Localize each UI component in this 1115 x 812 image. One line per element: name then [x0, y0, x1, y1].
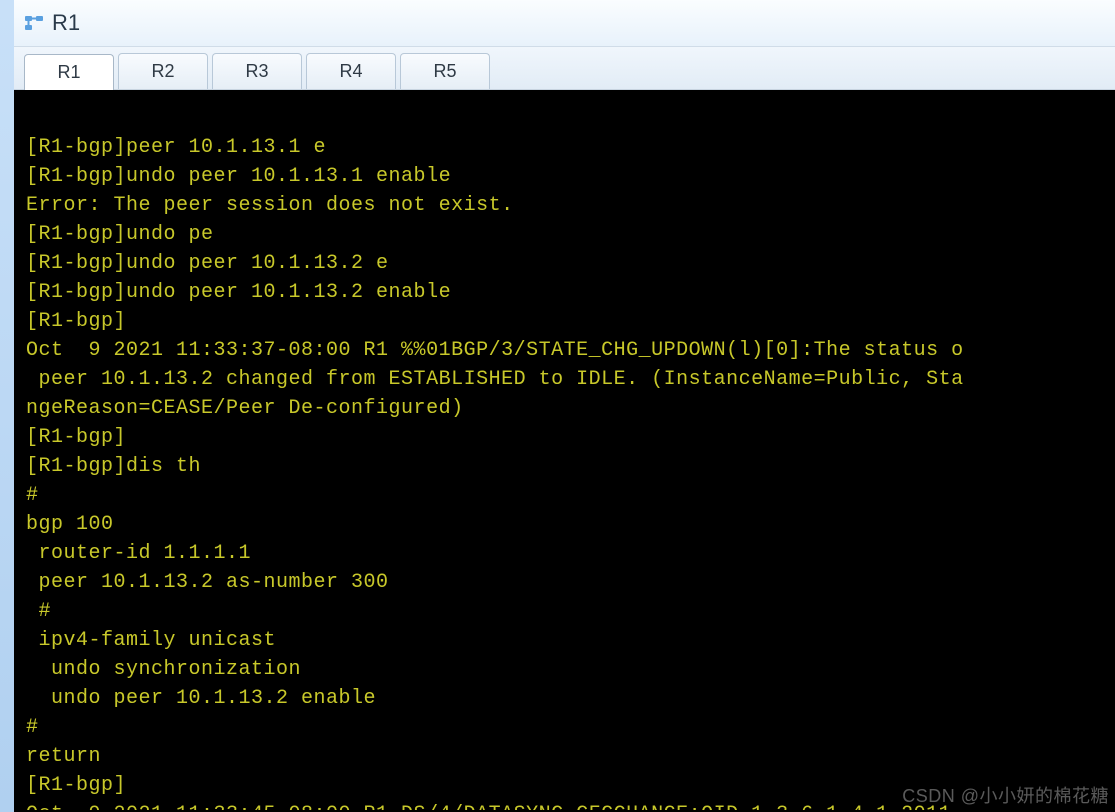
tab-r4[interactable]: R4: [306, 53, 396, 89]
router-icon: [22, 11, 46, 35]
app-window: R1 R1 R2 R3 R4 R5 [R1-bgp]peer 10.1.13.1…: [14, 0, 1115, 812]
tab-label: R5: [433, 61, 456, 82]
tab-strip: R1 R2 R3 R4 R5: [14, 47, 1115, 90]
tab-r5[interactable]: R5: [400, 53, 490, 89]
tab-label: R4: [339, 61, 362, 82]
window-title: R1: [52, 10, 80, 36]
tab-r2[interactable]: R2: [118, 53, 208, 89]
tab-r1[interactable]: R1: [24, 54, 114, 90]
tab-label: R1: [57, 62, 80, 83]
title-bar: R1: [14, 0, 1115, 47]
tab-label: R2: [151, 61, 174, 82]
left-gutter: [0, 0, 15, 812]
tab-r3[interactable]: R3: [212, 53, 302, 89]
terminal-output[interactable]: [R1-bgp]peer 10.1.13.1 e [R1-bgp]undo pe…: [14, 90, 1115, 812]
tab-label: R3: [245, 61, 268, 82]
